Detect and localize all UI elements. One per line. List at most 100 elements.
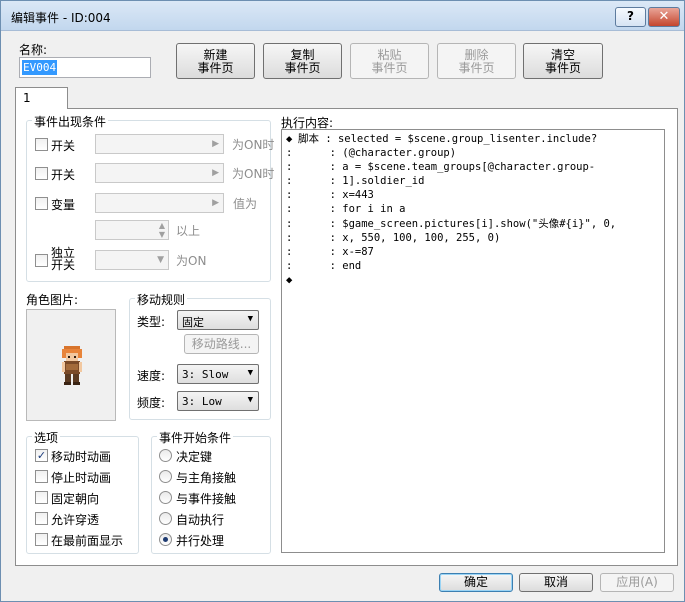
option-checkbox-step-anim[interactable] [35,470,48,483]
delete-page-button[interactable]: 删除 事件页 [437,43,516,79]
clear-page-button[interactable]: 清空 事件页 [523,43,603,79]
chevron-right-icon: ▶ [212,139,219,149]
command-text: : 1].soldier_id [298,175,425,188]
trigger-radio-action-button[interactable] [159,449,172,462]
variable-label: 变量 [51,198,76,212]
command-line[interactable]: : : $game_screen.pictures[i].show("头像#{i… [286,217,664,231]
command-line[interactable]: : : (@character.group) [286,146,664,160]
trigger-radio-event-touch[interactable] [159,491,172,504]
trigger-label: 与事件接触 [176,492,237,506]
command-line[interactable]: ◆ [286,273,664,287]
switch2-selector[interactable]: ▶ [95,163,224,183]
chevron-down-icon: ▼ [247,395,253,405]
switch2-suffix: 为ON时 [232,167,275,181]
name-label: 名称: [19,43,48,57]
help-button[interactable]: ? [615,7,646,27]
command-line[interactable]: : : x=443 [286,188,664,202]
option-label: 移动时动画 [51,450,112,464]
command-marker: ◆ [286,273,293,286]
command-marker: : [286,147,293,160]
new-page-label-2: 事件页 [197,61,234,75]
option-label: 允许穿透 [51,513,100,527]
trigger-label: 自动执行 [176,513,225,527]
ok-button[interactable]: 确定 [439,573,513,592]
command-text: : $game_screen.pictures[i].show("头像#{i}"… [298,217,617,230]
movement-title: 移动规则 [135,291,188,308]
command-marker: : [286,231,293,244]
apply-button[interactable]: 应用(A) [600,573,674,592]
copy-page-label-2: 事件页 [284,61,321,75]
chevron-right-icon: ▶ [212,198,219,208]
chevron-down-icon: ▼ [157,255,164,265]
movement-type-value: 固定 [182,316,204,329]
event-editor-window: 编辑事件 - ID:004 ? ✕ 名称: EV004 新建 事件页 复制 事件… [0,0,685,602]
switch2-checkbox[interactable] [35,167,48,180]
command-line[interactable]: : : end [286,259,664,273]
variable-selector[interactable]: ▶ [95,193,224,213]
command-text: : x, 550, 100, 100, 255, 0) [298,231,501,244]
command-line[interactable]: : : x-=87 [286,245,664,259]
speed-select[interactable]: 3: Slow ▼ [177,364,259,384]
option-label: 固定朝向 [51,492,100,506]
name-input[interactable]: EV004 [19,57,151,78]
switch1-label: 开关 [51,139,76,153]
paste-page-button[interactable]: 粘贴 事件页 [350,43,429,79]
delete-page-label-2: 事件页 [458,61,495,75]
trigger-radio-player-touch[interactable] [159,470,172,483]
command-text: : (@character.group) [298,147,457,160]
close-button[interactable]: ✕ [648,7,680,27]
option-checkbox-always-on-top[interactable] [35,533,48,546]
command-marker: : [286,203,293,216]
speed-value: 3: Slow [182,368,229,381]
switch1-checkbox[interactable] [35,138,48,151]
command-line[interactable]: : : x, 550, 100, 100, 255, 0) [286,231,664,245]
character-graphic-box[interactable] [26,309,116,421]
trigger-label: 并行处理 [176,534,225,548]
command-line[interactable]: : : for i in a [286,202,664,216]
command-text: : end [298,259,362,272]
command-line[interactable]: : : 1].soldier_id [286,174,664,188]
command-line[interactable]: : : a = $scene.team_groups[@character.gr… [286,160,664,174]
frequency-select[interactable]: 3: Low ▼ [177,391,259,411]
command-marker: : [286,217,293,230]
command-text: : for i in a [298,203,406,216]
command-line[interactable]: ◆ 脚本 : selected = $scene.group_lisenter.i… [286,132,664,146]
event-command-list[interactable]: ◆ 脚本 : selected = $scene.group_lisenter.i… [281,129,665,553]
self-switch-label: 独立 开关 [51,247,75,271]
title-bar[interactable]: 编辑事件 - ID:004 ? ✕ [1,1,684,31]
command-marker: : [286,189,293,202]
option-checkbox-through[interactable] [35,512,48,525]
switch1-suffix: 为ON时 [232,138,275,152]
new-page-button[interactable]: 新建 事件页 [176,43,255,79]
command-text: 脚本 : selected = $scene.group_lisenter.in… [298,133,598,145]
variable-checkbox[interactable] [35,197,48,210]
window-title: 编辑事件 - ID:004 [11,11,111,25]
frequency-value: 3: Low [182,395,222,408]
tab-page-1[interactable]: 1 [15,87,68,109]
trigger-radio-parallel[interactable] [159,533,172,546]
movement-type-label: 类型: [137,315,166,329]
cancel-button[interactable]: 取消 [519,573,593,592]
movement-type-select[interactable]: 固定 ▼ [177,310,259,330]
command-text: : x=443 [298,189,374,202]
speed-label: 速度: [137,369,166,383]
command-marker: : [286,175,293,188]
self-switch-selector[interactable]: ▼ [95,250,169,270]
command-marker: ◆ [286,133,293,145]
chevron-down-icon: ▼ [247,368,253,378]
command-marker: : [286,161,293,174]
chevron-right-icon: ▶ [212,168,219,178]
self-switch-checkbox[interactable] [35,254,48,267]
trigger-title: 事件开始条件 [157,429,234,446]
variable-value-spinner[interactable]: ▲ ▼ [95,220,169,240]
move-route-button[interactable]: 移动路线... [184,334,259,354]
copy-page-button[interactable]: 复制 事件页 [263,43,342,79]
self-switch-suffix: 为ON [176,254,207,268]
switch1-selector[interactable]: ▶ [95,134,224,154]
option-checkbox-direction-fix[interactable] [35,491,48,504]
option-checkbox-walk-anim[interactable]: ✓ [35,449,48,462]
command-text: : x-=87 [298,245,374,258]
trigger-radio-autorun[interactable] [159,512,172,525]
frequency-label: 频度: [137,396,166,410]
chevron-down-icon: ▼ [247,314,253,324]
